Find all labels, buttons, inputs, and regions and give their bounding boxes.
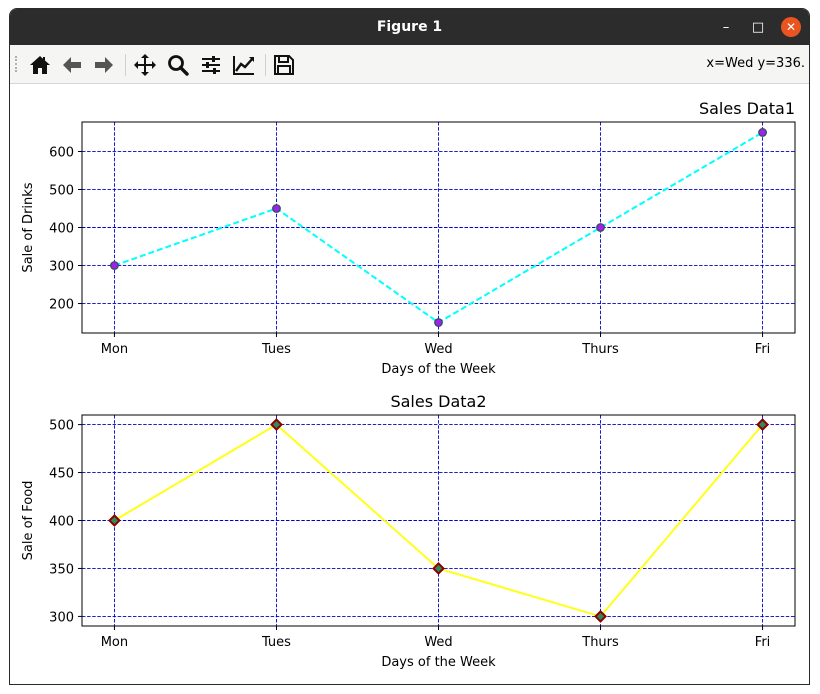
figure-canvas[interactable]: Mon Tues Wed Thurs Fri 200 300 400 500 600 Days of…	[10, 84, 809, 684]
forward-button[interactable]	[91, 52, 117, 78]
figure-window: Figure 1 – □ ✕ x=Wed y=336. Mon Tues Wed…	[9, 8, 810, 685]
x-axis-label: Days of the Week	[381, 362, 496, 377]
configure-subplots-button[interactable]	[198, 52, 224, 78]
x-tick-label: Tues	[261, 342, 291, 357]
y-tick-label: 200	[49, 298, 74, 313]
save-icon	[274, 55, 294, 75]
x-tick-label: Mon	[101, 342, 128, 357]
maximize-button[interactable]: □	[747, 16, 769, 38]
x-tick-label: Mon	[101, 635, 128, 650]
title-bar[interactable]: Figure 1 – □ ✕	[10, 9, 809, 45]
minimize-button[interactable]: –	[715, 16, 737, 38]
close-button[interactable]: ✕	[781, 17, 801, 37]
cursor-coordinates: x=Wed y=336.	[706, 56, 805, 71]
edit-axis-button[interactable]	[231, 52, 257, 78]
toolbar-separator	[125, 54, 126, 76]
y-tick-label: 300	[49, 610, 74, 625]
pan-button[interactable]	[132, 52, 158, 78]
x-tick-label: Wed	[424, 635, 452, 650]
x-tick-label: Fri	[755, 635, 771, 650]
x-tick-label: Thurs	[581, 635, 619, 650]
data-point-marker	[758, 128, 767, 137]
chart-title: Sales Data1	[699, 99, 795, 118]
y-tick-label: 600	[49, 145, 74, 160]
x-tick-label: Tues	[261, 635, 291, 650]
toolbar-grip[interactable]	[15, 56, 21, 72]
zoom-icon	[168, 55, 189, 76]
configure-subplots-icon	[202, 56, 220, 74]
y-tick-label: 400	[49, 222, 74, 237]
y-tick-label: 500	[49, 183, 74, 198]
y-axis-label: Sale of Drinks	[21, 182, 36, 272]
data-point-marker	[596, 223, 605, 232]
save-button[interactable]	[271, 52, 297, 78]
home-icon	[30, 56, 50, 74]
x-tick-label: Thurs	[581, 342, 619, 357]
edit-axis-icon	[233, 56, 254, 75]
pan-icon	[134, 54, 156, 76]
forward-icon	[95, 57, 113, 73]
chart-title: Sales Data2	[390, 392, 486, 411]
y-tick-label: 400	[49, 515, 74, 530]
back-icon	[63, 57, 81, 73]
x-tick-label: Fri	[755, 342, 771, 357]
y-tick-label: 450	[49, 467, 74, 482]
y-axis-label: Sale of Food	[21, 481, 36, 561]
home-button[interactable]	[27, 52, 53, 78]
data-point-marker	[110, 261, 119, 270]
back-button[interactable]	[59, 52, 85, 78]
x-tick-label: Wed	[424, 342, 452, 357]
y-tick-label: 500	[49, 419, 74, 434]
data-point-marker	[434, 318, 443, 327]
y-tick-label: 350	[49, 562, 74, 577]
x-axis-label: Days of the Week	[381, 655, 496, 670]
y-tick-label: 300	[49, 260, 74, 275]
navigation-toolbar: x=Wed y=336.	[10, 45, 809, 84]
window-title: Figure 1	[376, 19, 443, 35]
data-point-marker	[272, 204, 281, 213]
zoom-button[interactable]	[165, 52, 191, 78]
toolbar-separator	[265, 54, 266, 76]
